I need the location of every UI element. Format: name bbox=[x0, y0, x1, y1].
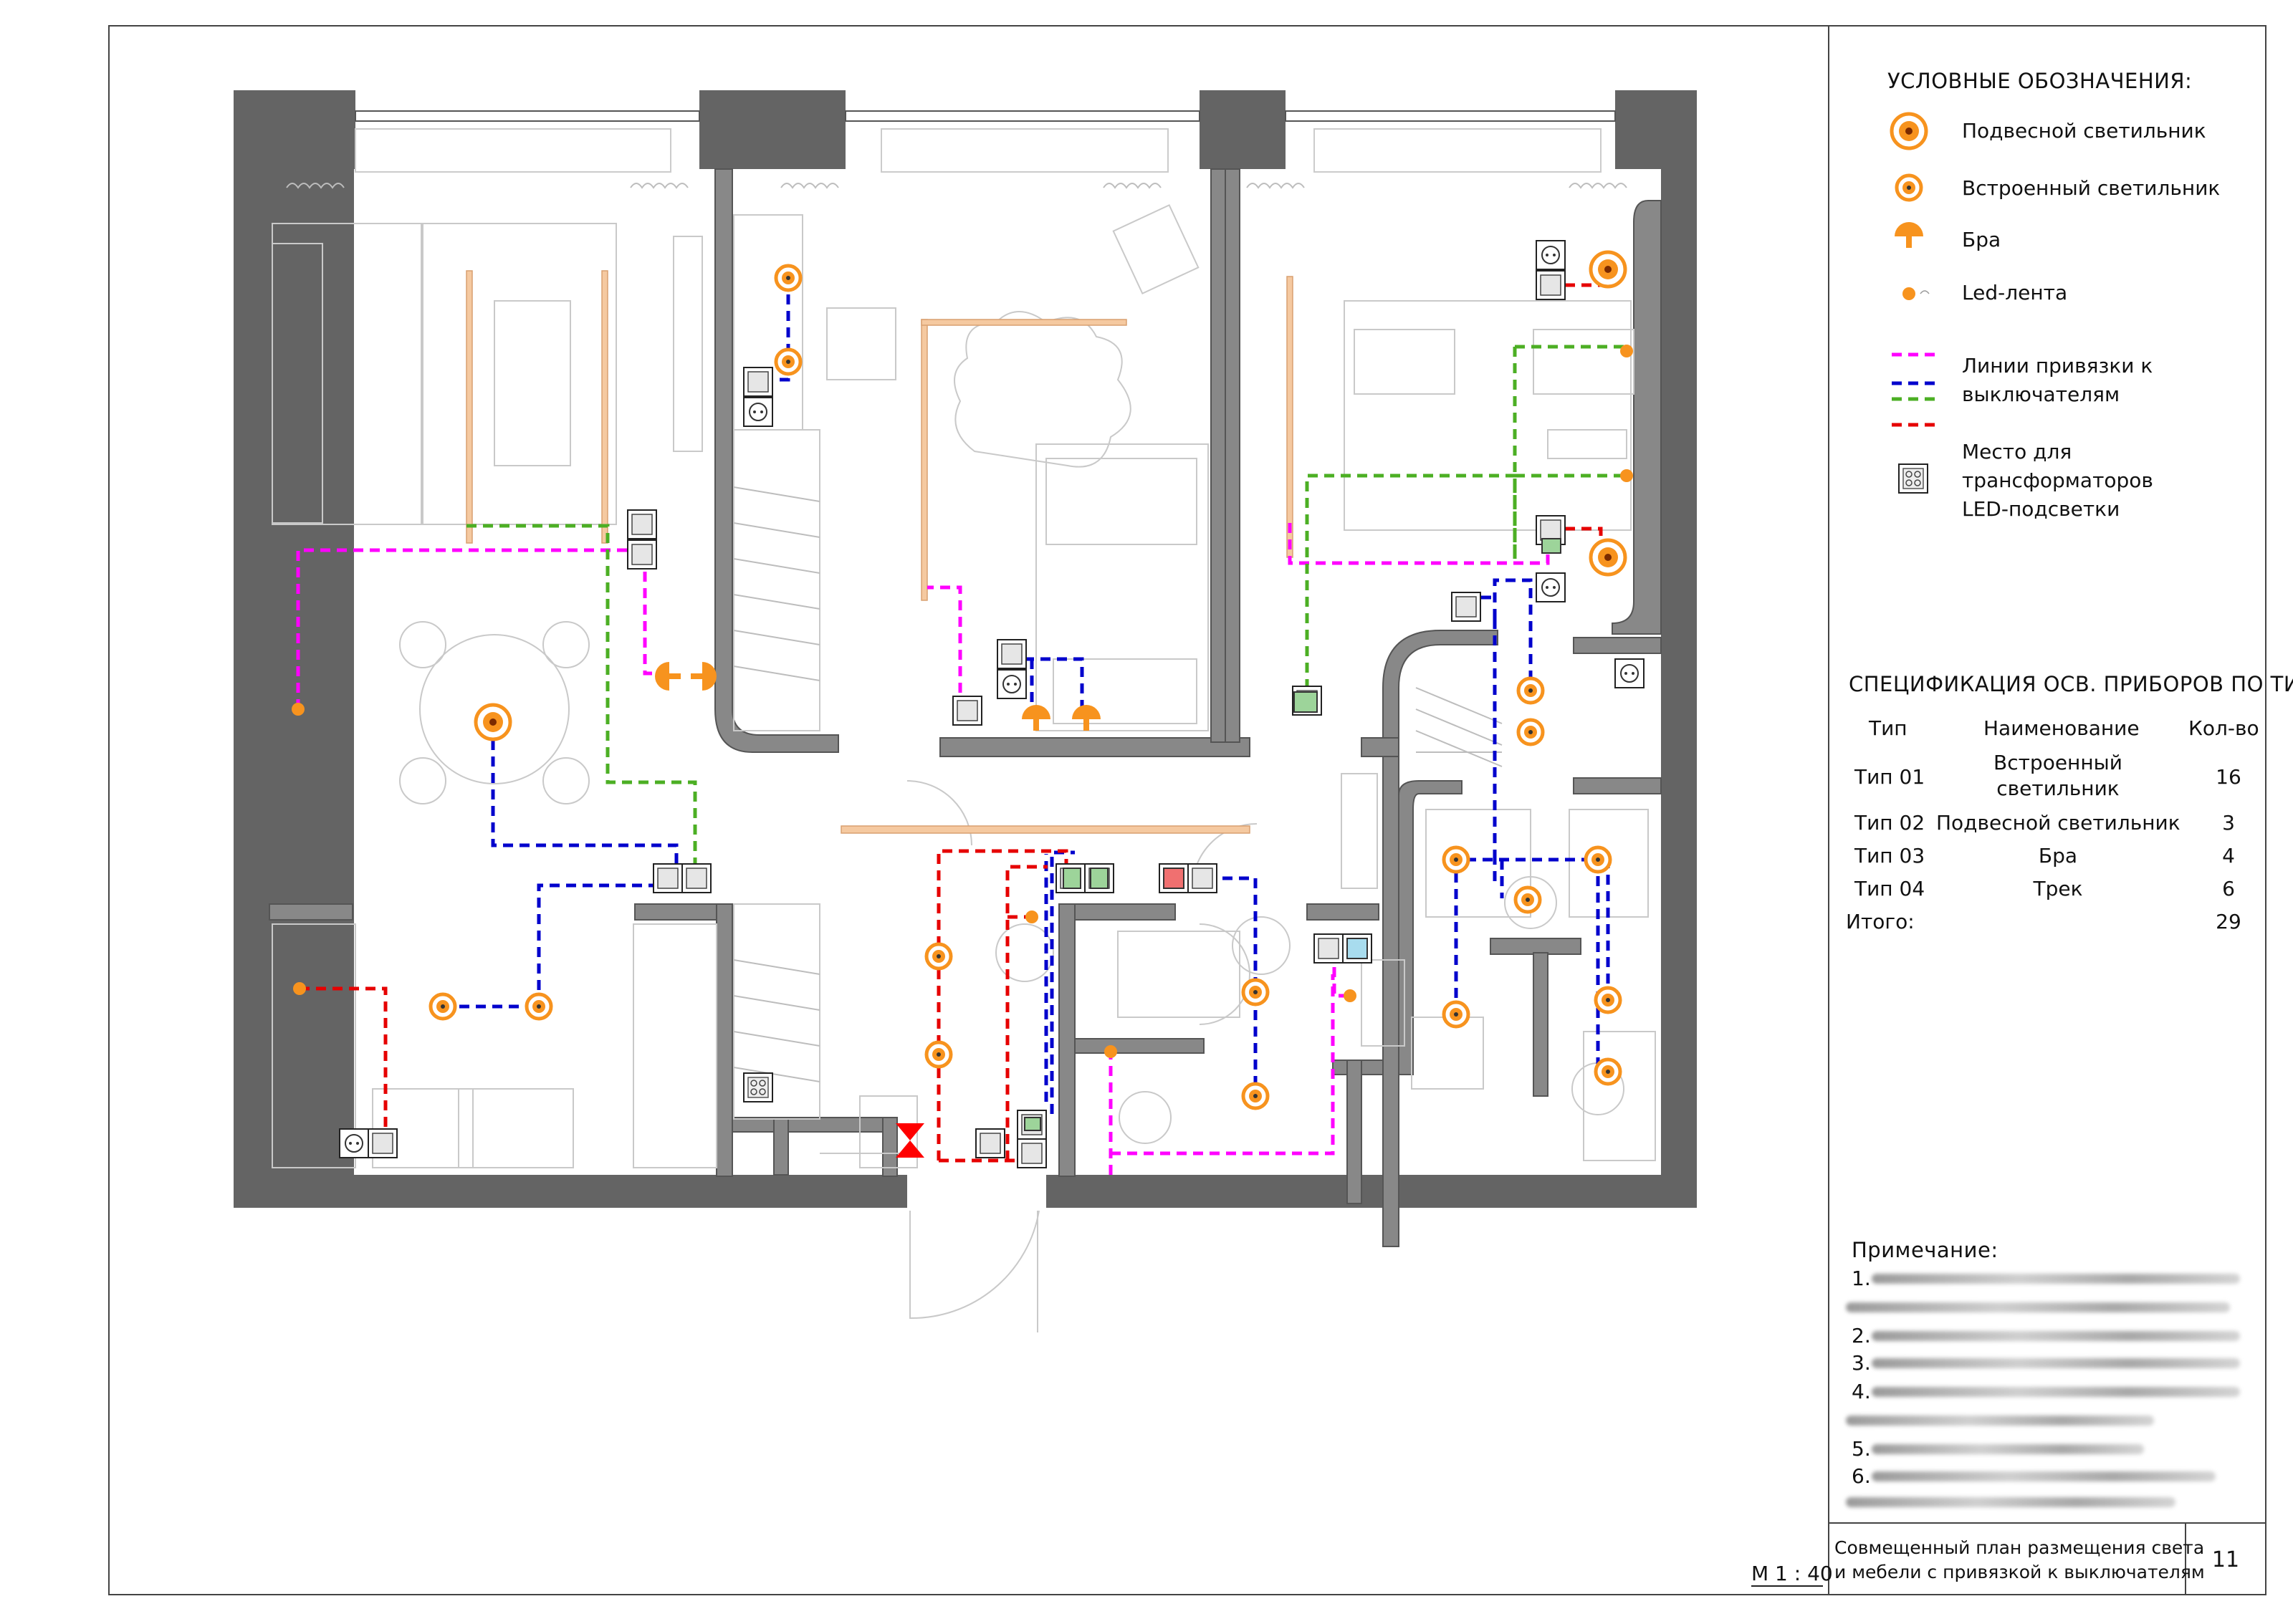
legend-lines-label-1: Линии привязки к bbox=[1962, 354, 2153, 378]
note-number-5: 5. bbox=[1852, 1437, 1871, 1461]
spec-row-4-type: Тип 04 bbox=[1854, 877, 1925, 900]
notes-title: Примечание: bbox=[1852, 1238, 1998, 1262]
note-number-4: 4. bbox=[1852, 1380, 1871, 1403]
legend-item-recessed: Встроенный светильник bbox=[1962, 176, 2221, 200]
sheet-number: 11 bbox=[2211, 1547, 2240, 1572]
legend-transformer-label-1: Место для bbox=[1962, 440, 2072, 463]
note-3-blurred bbox=[1872, 1358, 2240, 1368]
spec-row-3-type: Тип 03 bbox=[1854, 844, 1925, 868]
spec-header-qty: Кол-во bbox=[2188, 716, 2259, 740]
note-number-3: 3. bbox=[1852, 1351, 1871, 1375]
spec-total-label: Итого: bbox=[1846, 910, 1915, 933]
spec-title: СПЕЦИФИКАЦИЯ ОСВ. ПРИБОРОВ ПО ТИПУ bbox=[1849, 672, 2293, 696]
note-5-blurred bbox=[1872, 1444, 2144, 1454]
note-number-1: 1. bbox=[1852, 1267, 1871, 1290]
spec-row-2-qty: 3 bbox=[2222, 811, 2235, 835]
spec-row-1-type: Тип 01 bbox=[1854, 765, 1925, 789]
spec-row-3-name: Бра bbox=[2038, 844, 2078, 868]
legend-transformer-label-3: LED-подсветки bbox=[1962, 497, 2120, 521]
title-block-line-1: Совмещенный план размещения света bbox=[1834, 1537, 2205, 1558]
spec-header-type: Тип bbox=[1869, 716, 1907, 740]
note-6-blurred bbox=[1872, 1471, 2216, 1481]
note-1-blurred bbox=[1872, 1274, 2240, 1284]
note-4b-blurred bbox=[1846, 1416, 2154, 1426]
spec-row-1-name-2: светильник bbox=[1996, 777, 2120, 800]
note-number-6: 6. bbox=[1852, 1464, 1871, 1488]
legend-item-led: Led-лента bbox=[1962, 281, 2068, 304]
spec-row-3-qty: 4 bbox=[2222, 844, 2235, 868]
legend-transformer-label-2: трансформаторов bbox=[1962, 469, 2153, 492]
legend-item-pendant: Подвесной светильник bbox=[1962, 119, 2206, 143]
legend-title: УСЛОВНЫЕ ОБОЗНАЧЕНИЯ: bbox=[1887, 69, 2193, 93]
spec-row-2-type: Тип 02 bbox=[1854, 811, 1925, 835]
spec-row-1-name-1: Встроенный bbox=[1993, 751, 2122, 774]
spec-total-qty: 29 bbox=[2216, 910, 2241, 933]
spec-row-4-name: Трек bbox=[2033, 877, 2083, 900]
note-4-blurred bbox=[1872, 1387, 2240, 1397]
title-block-line-2: и мебели с привязкой к выключателям bbox=[1834, 1562, 2205, 1582]
spec-row-1-qty: 16 bbox=[2216, 765, 2241, 789]
spec-row-4-qty: 6 bbox=[2222, 877, 2235, 900]
note-number-2: 2. bbox=[1852, 1324, 1871, 1347]
legend-lines-label-2: выключателям bbox=[1962, 383, 2120, 406]
legend-item-sconce: Бра bbox=[1962, 228, 2001, 251]
drawing-scale: М 1 : 40 bbox=[1751, 1562, 1833, 1585]
floor-plan-sheet: УСЛОВНЫЕ ОБОЗНАЧЕНИЯ: Подвесной светильн… bbox=[0, 0, 2293, 1621]
note-6b-blurred bbox=[1846, 1497, 2175, 1507]
spec-row-2-name: Подвесной светильник bbox=[1936, 811, 2180, 835]
spec-header-name: Наименование bbox=[1983, 716, 2140, 740]
note-1b-blurred bbox=[1846, 1302, 2230, 1312]
note-2-blurred bbox=[1872, 1331, 2240, 1341]
